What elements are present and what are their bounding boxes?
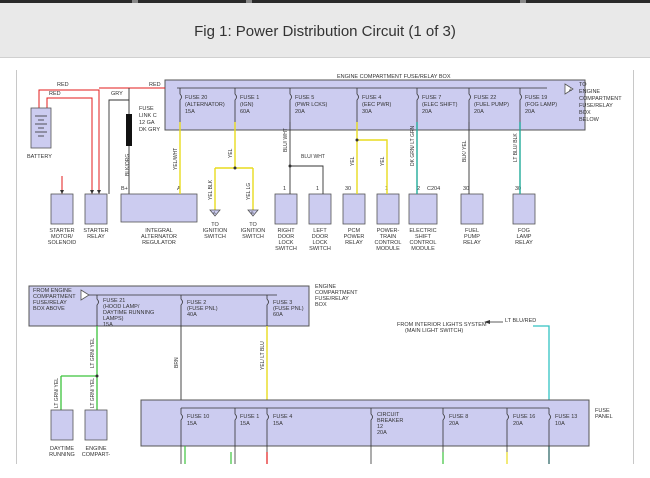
wire-blk-org: BLK/ORG — [125, 154, 131, 176]
wire-label-yel-pcm: YEL — [350, 156, 356, 166]
ignition-switch-label-2: TO IGNITION SWITCH — [241, 222, 265, 240]
wire-label-yel: YEL — [228, 148, 234, 158]
ignition-switch-label-1: TO IGNITION SWITCH — [203, 222, 227, 240]
wire-label-lt-blu-blk: LT BLU/ BLK — [513, 133, 519, 162]
left-door-lock-label: LEFT DOOR LOCK SWITCH — [309, 228, 331, 252]
pin-1b: 1 — [316, 186, 319, 192]
wire-label-yel-lt-blu: YEL/ LT BLU — [260, 341, 266, 370]
wire-label-blk-yel: BLK/ YEL — [462, 140, 468, 162]
fog-lamp-relay-label: FOG LAMP RELAY — [515, 228, 533, 246]
wire-label-yel-pcm2: YEL — [380, 156, 386, 166]
wire-red-3: RED — [149, 82, 161, 88]
pin-bplus: B+ — [121, 186, 128, 192]
wire-label-brn: BRN — [174, 357, 180, 368]
figure-header: Fig 1: Power Distribution Circuit (1 of … — [0, 3, 650, 58]
wire-red-2: RED — [49, 91, 61, 97]
pin-30a: 30 — [345, 186, 351, 192]
red-wires — [38, 87, 165, 194]
arrowheads-left — [60, 190, 101, 194]
splice — [233, 166, 237, 170]
wire-label-lt-blu-red: LT BLU/RED — [505, 318, 536, 324]
ign-pin-b: B — [251, 210, 254, 215]
fuel-pump-relay-label: FUEL PUMP RELAY — [463, 228, 481, 246]
wire-label-yel-blk: YEL BLK — [208, 179, 214, 200]
connector-c204: C204 — [427, 186, 440, 192]
right-door-lock-label: RIGHT DOOR LOCK SWITCH — [275, 228, 297, 252]
wire-label-blu-wht-h: BLU/ WHT — [301, 154, 325, 160]
engine-compart-label: ENGINE COMPART- — [82, 446, 111, 458]
panel-output-wires — [184, 446, 508, 464]
wire-label-yel-lg: YEL LG — [246, 183, 252, 200]
wire-label-lt-grn-yel-a: LT GRN/ YEL — [90, 338, 96, 368]
component-labels-bottom: DAYTIME RUNNING ENGINE COMPART- — [49, 446, 110, 458]
splice — [355, 138, 359, 142]
battery-label: BATTERY — [27, 154, 52, 160]
wire-gry: GRY — [111, 91, 123, 97]
wire-label-yel-wht: YEL/WHT — [173, 148, 179, 170]
splice — [95, 374, 99, 378]
fuse-link-c — [126, 114, 132, 146]
daytime-running-label: DAYTIME RUNNING — [49, 446, 75, 458]
top-box-label: ENGINE COMPARTMENT FUSE/RELAY BOX — [337, 74, 451, 80]
starter-relay-label: STARTER RELAY — [83, 228, 108, 240]
wire-red-1: RED — [57, 82, 69, 88]
connector-letter: A — [569, 87, 572, 92]
mid-box-label: ENGINE COMPARTMENT FUSE/RELAY BOX — [315, 284, 359, 308]
figure-title: Fig 1: Power Distribution Circuit (1 of … — [194, 23, 456, 40]
alternator-label: INTEGRAL ALTERNATOR REGULATOR — [141, 228, 177, 246]
circuit-diagram: ENGINE COMPARTMENT FUSE/RELAY BOX A TO E… — [27, 74, 623, 464]
fuse-link-label: FUSE LINK C 12 GA DK GRY — [139, 106, 160, 133]
pcm-label: POWER-TRAIN CONTROL MODULE — [375, 228, 402, 252]
top-box-note: TO ENGINE COMPARTMENT FUSE/RELAY BOX BEL… — [579, 82, 623, 123]
pcm-power-relay-label: PCM POWER RELAY — [344, 228, 365, 246]
pin-1: 1 — [283, 186, 286, 192]
component-labels-top: STARTER MOTOR/SOLENOID STARTER RELAY INTEG… — [48, 222, 533, 252]
starter-motor-label: STARTER MOTOR/SOLENOID — [48, 228, 76, 246]
wire-label-dk-grn: DK GRN/ LT GRN — [410, 126, 416, 166]
pin-30b: 30 — [463, 186, 469, 192]
wire-label-lt-grn-yel-c: LT GRN/ YEL — [90, 378, 96, 408]
splice — [288, 164, 292, 168]
wire-label-blu-wht: BLU/ WHT — [283, 128, 289, 152]
ign-pin-a: A — [213, 210, 216, 215]
component-boxes-bottom — [50, 409, 108, 441]
fuse-panel-label: FUSE PANEL — [595, 408, 613, 420]
component-boxes-top — [50, 193, 536, 225]
electric-shift-label: ELECTRIC SHIFT CONTROL MODULE — [409, 228, 436, 252]
battery — [30, 107, 52, 149]
interior-lights-note: FROM INTERIOR LIGHTS SYSTEM (MAIN LIGHT … — [397, 322, 488, 334]
circuit-diagram-panel: ENGINE COMPARTMENT FUSE/RELAY BOX A TO E… — [16, 70, 634, 464]
wire-label-lt-grn-yel-b: LT GRN/ YEL — [54, 378, 60, 408]
